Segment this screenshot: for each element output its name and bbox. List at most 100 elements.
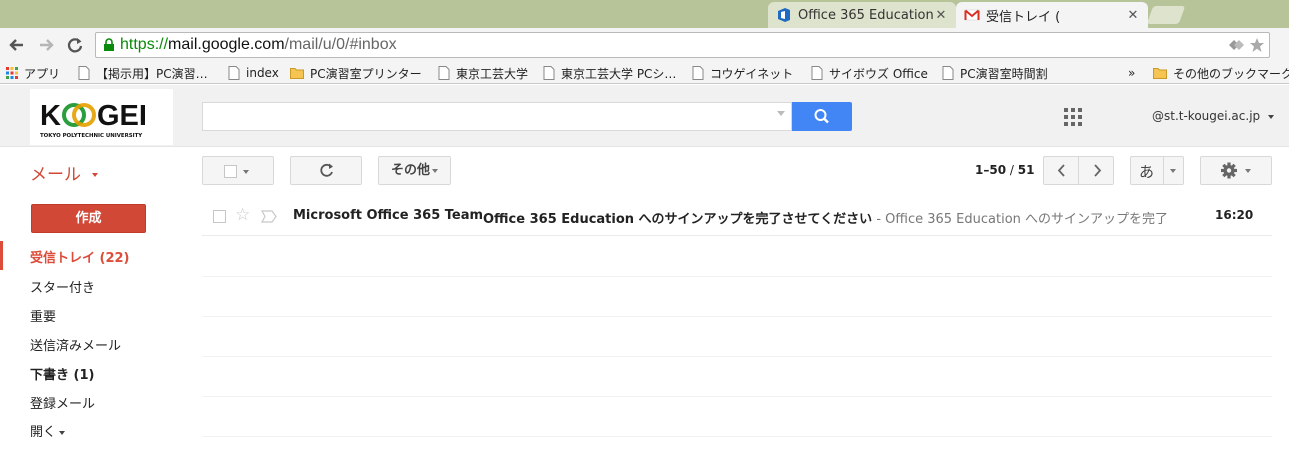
- account-switcher[interactable]: @st.t-kougei.ac.jp: [1152, 109, 1274, 123]
- divider: [202, 276, 1272, 277]
- row-checkbox[interactable]: [213, 210, 226, 223]
- tab-title: Office 365 Education: [798, 7, 934, 23]
- tab-title: 受信トレイ (: [986, 9, 1061, 25]
- browser-tab-strip: Office 365 Education ✕ 受信トレイ ( ✕: [0, 0, 1289, 28]
- address-bar[interactable]: https://mail.google.com/mail/u/0/#inbox: [95, 32, 1270, 58]
- gmail-icon: [964, 9, 980, 21]
- gmail-header: K GEI TOKYO POLYTECHNIC UNIVERSITY @st.t…: [0, 85, 1289, 147]
- chevron-down-icon: [1245, 169, 1251, 173]
- refresh-button[interactable]: [290, 156, 362, 185]
- bookmark-label: 【掲示用】PC演習…: [96, 66, 208, 81]
- bookmark-apps[interactable]: アプリ: [6, 64, 60, 82]
- forward-arrow-icon[interactable]: [35, 34, 57, 56]
- message-time: 16:20: [1215, 208, 1254, 222]
- bookmark-printer[interactable]: PC演習室プリンター: [290, 64, 422, 82]
- refresh-icon: [320, 163, 333, 177]
- chevron-left-icon: [1057, 164, 1065, 177]
- other-bookmarks[interactable]: その他のブックマーク: [1153, 64, 1289, 82]
- search-options-caret-icon[interactable]: [777, 111, 785, 116]
- google-apps-icon[interactable]: [1064, 108, 1082, 126]
- page-icon: [228, 66, 240, 80]
- nav-item-important[interactable]: 重要: [30, 306, 56, 325]
- bookmark-timetable[interactable]: PC演習室時間割: [942, 64, 1048, 82]
- search-input[interactable]: [202, 102, 792, 131]
- logo-gei: GEI: [97, 100, 147, 132]
- chevron-down-icon: [1267, 114, 1274, 119]
- bookmark-kogei-univ[interactable]: 東京工芸大学: [438, 64, 528, 82]
- page-icon: [942, 66, 954, 80]
- table-row[interactable]: ☆ Microsoft Office 365 Team Office 365 E…: [202, 200, 1272, 236]
- bookmark-label: アプリ: [24, 66, 61, 81]
- back-arrow-icon[interactable]: [6, 34, 28, 56]
- pager-separator: /: [1006, 163, 1018, 177]
- page-icon: [692, 66, 704, 80]
- page-icon: [78, 66, 90, 80]
- star-icon[interactable]: ☆: [235, 205, 250, 225]
- divider: [202, 356, 1272, 357]
- kogei-logo[interactable]: K GEI TOKYO POLYTECHNIC UNIVERSITY: [30, 89, 173, 145]
- office-icon: [778, 8, 790, 22]
- bookmark-kogei-pc[interactable]: 東京工芸大学 PCシ…: [543, 64, 676, 82]
- bookmark-label: PC演習室時間割: [960, 66, 1048, 81]
- chevron-down-icon: [92, 173, 99, 177]
- new-tab-button[interactable]: [1146, 6, 1186, 24]
- message-snippet: - Office 365 Education へのサインアップを完了させ: [872, 212, 1168, 227]
- settings-button[interactable]: [1200, 156, 1272, 185]
- bookmark-kougei-net[interactable]: コウゲイネット: [692, 64, 793, 82]
- compose-button[interactable]: 作成: [31, 204, 146, 233]
- extension-icon[interactable]: [1227, 37, 1245, 53]
- browser-toolbar: https://mail.google.com/mail/u/0/#inbox: [0, 28, 1289, 79]
- more-actions-button[interactable]: その他: [378, 156, 451, 185]
- bookmark-label: 東京工芸大学 PCシ…: [561, 66, 677, 81]
- message-subject: Office 365 Education へのサインアップを完了させてください: [483, 212, 873, 227]
- apps-grid-icon: [6, 67, 18, 79]
- bookmark-index[interactable]: index: [228, 64, 279, 82]
- message-subject-line: Office 365 Education へのサインアップを完了させてください …: [483, 208, 1168, 227]
- mail-dropdown[interactable]: メール: [30, 160, 99, 185]
- star-bookmark-icon[interactable]: [1249, 37, 1265, 53]
- bookmarks-overflow-button[interactable]: »: [1128, 64, 1135, 82]
- search-icon: [814, 109, 829, 124]
- logo-k: K: [40, 100, 61, 132]
- url-path: /mail/u/0/#inbox: [284, 36, 397, 53]
- more-label: その他: [390, 163, 430, 178]
- nav-inbox-label: 受信トレイ (22): [30, 251, 130, 266]
- input-tools-button[interactable]: あ: [1130, 156, 1184, 185]
- gear-icon: [1221, 162, 1237, 179]
- bookmark-cybozu[interactable]: サイボウズ Office: [811, 64, 928, 82]
- active-indicator: [0, 241, 3, 270]
- search-button[interactable]: [792, 102, 852, 131]
- pagination-info: 1–50 / 51: [975, 163, 1034, 177]
- close-icon[interactable]: ✕: [1126, 8, 1140, 23]
- nav-item-more[interactable]: 開く: [30, 421, 66, 440]
- bookmarks-bar: アプリ 【掲示用】PC演習… index PC演習室プリンター 東京工芸大学 東…: [0, 62, 1289, 84]
- nav-item-drafts[interactable]: 下書き (1): [30, 364, 94, 383]
- tab-gmail-inbox[interactable]: 受信トレイ ( ✕: [956, 2, 1148, 28]
- chevron-down-icon: [243, 170, 249, 174]
- tab-office-365-education[interactable]: Office 365 Education ✕: [768, 2, 956, 28]
- nav-item-registered-mail[interactable]: 登録メール: [30, 393, 95, 412]
- divider: [202, 316, 1272, 317]
- older-page-button[interactable]: [1078, 156, 1114, 185]
- importance-marker-icon[interactable]: [261, 210, 277, 223]
- chevron-down-icon[interactable]: [1170, 169, 1176, 173]
- nav-more-label: 開く: [30, 425, 57, 440]
- select-all-button[interactable]: [202, 156, 274, 185]
- chevron-down-icon: [432, 168, 438, 173]
- close-icon[interactable]: ✕: [934, 8, 948, 23]
- folder-icon: [1153, 68, 1167, 79]
- nav-item-inbox[interactable]: 受信トレイ (22): [0, 241, 200, 270]
- nav-item-sent[interactable]: 送信済みメール: [30, 335, 121, 354]
- bookmark-label: サイボウズ Office: [829, 66, 928, 81]
- select-checkbox[interactable]: [224, 165, 237, 178]
- divider: [202, 436, 1272, 437]
- nav-item-starred[interactable]: スター付き: [30, 277, 95, 296]
- bookmark-label: index: [246, 66, 279, 80]
- chevron-right-icon: [1094, 164, 1102, 177]
- newer-page-button[interactable]: [1043, 156, 1079, 185]
- lock-icon: [104, 38, 114, 51]
- reload-icon[interactable]: [64, 34, 86, 56]
- bookmark-keiji[interactable]: 【掲示用】PC演習…: [78, 64, 208, 82]
- folder-icon: [290, 68, 304, 79]
- url-scheme: https://: [120, 36, 169, 53]
